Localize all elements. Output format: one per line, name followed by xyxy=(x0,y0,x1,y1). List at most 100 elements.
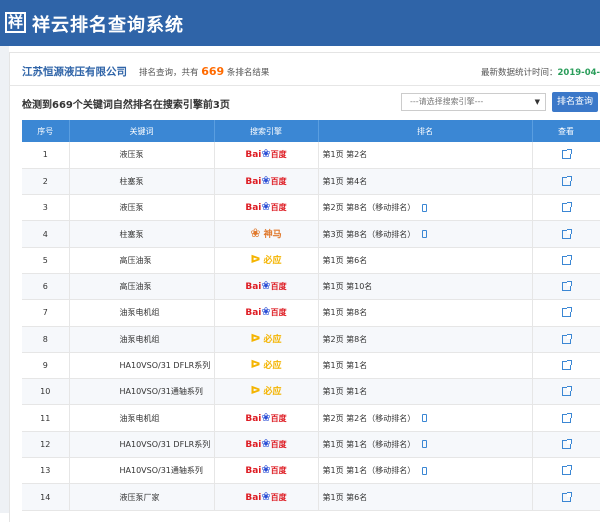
row-engine: Bai❀百度 xyxy=(214,194,319,222)
col-header-engine: 搜索引擎 xyxy=(214,120,319,142)
row-number: 1 xyxy=(22,142,70,169)
row-keyword: HA10VSO/31 DFLR系列 xyxy=(69,352,215,380)
baidu-logo-icon: Bai❀百度 xyxy=(245,173,287,187)
row-engine: Bai❀百度 xyxy=(214,299,319,327)
divider xyxy=(9,85,600,86)
summary-prefix: 排名查询，共有 xyxy=(139,68,199,78)
mobile-icon xyxy=(422,414,428,423)
table-row: 3 液压泵 Bai❀百度 第2页 第8名（移动排名） xyxy=(22,194,600,222)
rank-query-button[interactable]: 排名查询 xyxy=(552,92,598,112)
result-count: 669 xyxy=(201,65,225,78)
row-keyword: 液压泵 xyxy=(69,194,215,222)
row-view xyxy=(532,299,600,327)
result-summary: 排名查询，共有 669 条排名结果 xyxy=(139,65,269,78)
table-row: 8 油泵电机组 ᐅ 必应 第2页 第8名 xyxy=(22,326,600,353)
row-keyword: 油泵电机组 xyxy=(69,299,215,327)
row-number: 12 xyxy=(22,431,70,459)
table-row: 2 柱塞泵 Bai❀百度 第1页 第4名 xyxy=(22,168,600,196)
row-engine: ❀ 神马 xyxy=(214,220,319,248)
row-engine: Bai❀百度 xyxy=(214,457,319,485)
baidu-logo-icon: Bai❀百度 xyxy=(245,305,287,319)
chevron-down-icon: ▼ xyxy=(534,98,540,106)
row-engine: ᐅ 必应 xyxy=(214,247,319,274)
row-engine: ᐅ 必应 xyxy=(214,352,319,380)
row-view xyxy=(532,247,600,274)
bing-logo-icon: ᐅ 必应 xyxy=(250,384,282,398)
row-engine: ᐅ 必应 xyxy=(214,326,319,353)
row-number: 7 xyxy=(22,299,70,327)
table-row: 9 HA10VSO/31 DFLR系列 ᐅ 必应 第1页 第1名 xyxy=(22,352,600,380)
rank-text: 第1页 第1名（移动排名） xyxy=(322,466,416,476)
row-number: 3 xyxy=(22,194,70,222)
external-link-icon[interactable] xyxy=(561,202,572,213)
row-keyword: 柱塞泵 xyxy=(69,220,215,248)
external-link-icon[interactable] xyxy=(561,254,572,265)
row-number: 6 xyxy=(22,273,70,301)
app-logo: 祥 xyxy=(5,12,26,33)
external-link-icon[interactable] xyxy=(561,228,572,239)
row-rank: 第1页 第1名 xyxy=(318,352,533,380)
external-link-icon[interactable] xyxy=(561,149,572,160)
table-row: 1 液压泵 Bai❀百度 第1页 第2名 xyxy=(22,142,600,169)
row-number: 14 xyxy=(22,483,70,511)
row-number: 8 xyxy=(22,326,70,353)
stats-time: 最新数据统计时间：2019-04-23 xyxy=(481,66,600,78)
company-name[interactable]: 江苏恒源液压有限公司 xyxy=(22,64,127,79)
row-keyword: 高压油泵 xyxy=(69,247,215,274)
mobile-icon xyxy=(422,440,428,449)
table-row: 10 HA10VSO/31通轴系列 ᐅ 必应 第1页 第1名 xyxy=(22,378,600,406)
row-rank: 第2页 第2名（移动排名） xyxy=(318,404,533,432)
external-link-icon[interactable] xyxy=(561,175,572,186)
table-row: 4 柱塞泵 ❀ 神马 第3页 第8名（移动排名） xyxy=(22,220,600,248)
rank-text: 第1页 第8名 xyxy=(322,308,368,318)
rank-text: 第1页 第4名 xyxy=(322,176,368,186)
rank-text: 第1页 第6名 xyxy=(322,255,368,265)
row-view xyxy=(532,431,600,459)
rank-text: 第1页 第1名 xyxy=(322,387,368,397)
external-link-icon[interactable] xyxy=(561,307,572,318)
row-view xyxy=(532,352,600,380)
table-row: 7 油泵电机组 Bai❀百度 第1页 第8名 xyxy=(22,299,600,327)
row-keyword: 油泵电机组 xyxy=(69,404,215,432)
row-rank: 第1页 第10名 xyxy=(318,273,533,301)
row-keyword: HA10VSO/31 DFLR系列 xyxy=(69,431,215,459)
external-link-icon[interactable] xyxy=(561,465,572,476)
engine-select[interactable]: ---请选择搜索引擎--- ▼ xyxy=(401,93,546,111)
external-link-icon[interactable] xyxy=(561,438,572,449)
rank-text: 第1页 第10名 xyxy=(322,282,373,292)
stats-label: 最新数据统计时间： xyxy=(481,68,558,78)
app-header: 祥 祥云排名查询系统 xyxy=(0,0,600,46)
stats-date: 2019-04-23 xyxy=(557,68,600,78)
table-row: 12 HA10VSO/31 DFLR系列 Bai❀百度 第1页 第1名（移动排名） xyxy=(22,431,600,459)
row-rank: 第1页 第6名 xyxy=(318,247,533,274)
row-view xyxy=(532,168,600,196)
bing-logo-icon: ᐅ 必应 xyxy=(250,252,282,266)
row-view xyxy=(532,273,600,301)
row-engine: Bai❀百度 xyxy=(214,483,319,511)
baidu-logo-icon: Bai❀百度 xyxy=(245,410,287,424)
external-link-icon[interactable] xyxy=(561,412,572,423)
external-link-icon[interactable] xyxy=(561,491,572,502)
col-header-no: 序号 xyxy=(22,120,70,142)
baidu-logo-icon: Bai❀百度 xyxy=(245,489,287,503)
row-number: 9 xyxy=(22,352,70,380)
baidu-logo-icon: Bai❀百度 xyxy=(245,436,287,450)
external-link-icon[interactable] xyxy=(561,360,572,371)
rank-text: 第1页 第6名 xyxy=(322,492,368,502)
row-rank: 第1页 第6名 xyxy=(318,483,533,511)
table-row: 5 高压油泵 ᐅ 必应 第1页 第6名 xyxy=(22,247,600,274)
bing-logo-icon: ᐅ 必应 xyxy=(250,331,282,345)
row-number: 5 xyxy=(22,247,70,274)
row-number: 13 xyxy=(22,457,70,485)
row-engine: Bai❀百度 xyxy=(214,168,319,196)
page-gutter xyxy=(0,46,9,513)
external-link-icon[interactable] xyxy=(561,333,572,344)
row-engine: Bai❀百度 xyxy=(214,273,319,301)
external-link-icon[interactable] xyxy=(561,281,572,292)
row-rank: 第3页 第8名（移动排名） xyxy=(318,220,533,248)
external-link-icon[interactable] xyxy=(561,386,572,397)
rank-text: 第2页 第2名（移动排名） xyxy=(322,413,416,423)
row-rank: 第1页 第1名（移动排名） xyxy=(318,431,533,459)
row-keyword: 液压泵厂家 xyxy=(69,483,215,511)
rank-text: 第1页 第2名 xyxy=(322,150,368,160)
